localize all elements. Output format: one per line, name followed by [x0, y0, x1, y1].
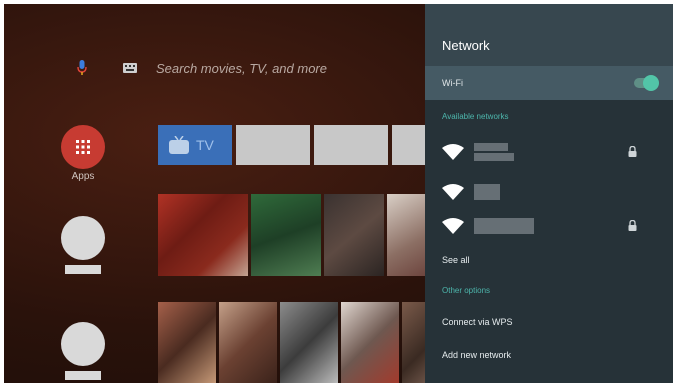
- other-options-title: Other options: [442, 286, 491, 295]
- network-item[interactable]: [425, 212, 673, 240]
- content-thumbnail[interactable]: [158, 194, 248, 276]
- content-thumbnail[interactable]: [251, 194, 321, 276]
- apps-button[interactable]: [61, 125, 105, 169]
- network-item[interactable]: [425, 138, 673, 166]
- wifi-icon: [442, 184, 464, 200]
- app-tile-row: TV: [158, 125, 466, 165]
- content-row: [158, 302, 460, 383]
- content-row: [158, 194, 467, 276]
- content-thumbnail[interactable]: [324, 194, 384, 276]
- lock-icon: [628, 146, 637, 157]
- toggle-knob: [643, 75, 659, 91]
- tv-tile[interactable]: TV: [158, 125, 232, 165]
- network-settings-panel: Network Wi-Fi Available networks See all…: [425, 4, 673, 383]
- app-tile[interactable]: [314, 125, 388, 165]
- avatar: [61, 322, 105, 366]
- tv-tile-label: TV: [196, 137, 214, 153]
- mic-icon[interactable]: [74, 57, 90, 79]
- content-thumbnail[interactable]: [158, 302, 216, 383]
- search-bar[interactable]: Search movies, TV, and more: [74, 56, 327, 80]
- wifi-icon: [442, 144, 464, 160]
- tv-icon: [169, 136, 189, 154]
- avatar: [61, 216, 105, 260]
- wifi-toggle[interactable]: [634, 75, 659, 91]
- see-all-button[interactable]: See all: [442, 255, 470, 265]
- network-name-redacted: [474, 143, 514, 161]
- wifi-toggle-row[interactable]: Wi-Fi: [425, 66, 673, 100]
- app-tile[interactable]: [236, 125, 310, 165]
- wifi-label: Wi-Fi: [442, 78, 463, 88]
- keyboard-icon[interactable]: [122, 62, 138, 74]
- apps-label: Apps: [71, 171, 95, 182]
- channel-avatar[interactable]: [60, 216, 106, 274]
- avatar-label-placeholder: [65, 265, 101, 274]
- network-item[interactable]: [425, 178, 673, 206]
- panel-title: Network: [425, 4, 673, 66]
- content-thumbnail[interactable]: [280, 302, 338, 383]
- network-name-redacted: [474, 184, 500, 200]
- content-thumbnail[interactable]: [219, 302, 277, 383]
- network-name-redacted: [474, 218, 534, 234]
- channel-avatar[interactable]: [60, 322, 106, 380]
- connect-wps-button[interactable]: Connect via WPS: [442, 317, 513, 327]
- search-placeholder[interactable]: Search movies, TV, and more: [156, 61, 327, 76]
- avatar-label-placeholder: [65, 371, 101, 380]
- lock-icon: [628, 220, 637, 231]
- available-networks-title: Available networks: [442, 112, 509, 121]
- add-network-button[interactable]: Add new network: [442, 350, 511, 360]
- tv-home-screen: Search movies, TV, and more Apps TV Netw…: [4, 4, 673, 383]
- wifi-icon: [442, 218, 464, 234]
- content-thumbnail[interactable]: [341, 302, 399, 383]
- apps-grid-icon: [76, 140, 90, 154]
